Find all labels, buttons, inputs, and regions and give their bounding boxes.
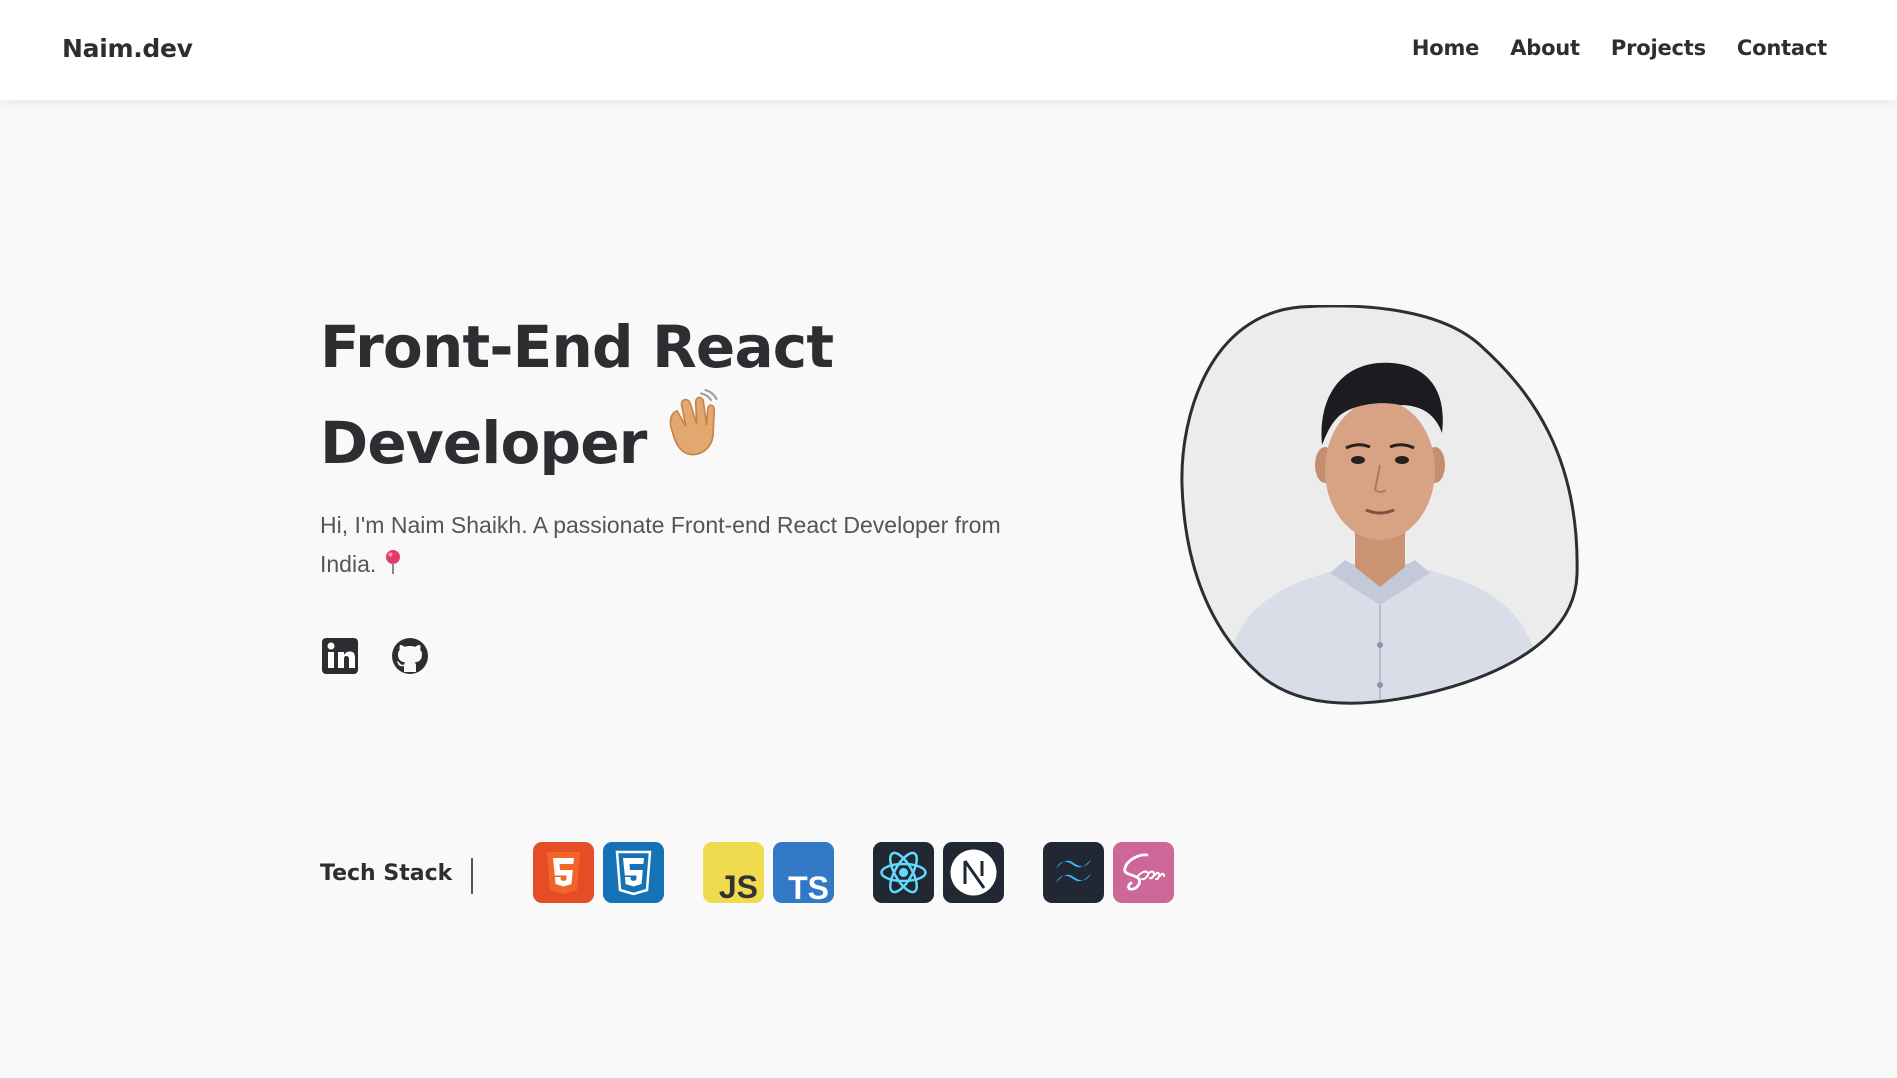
nav-home[interactable]: Home xyxy=(1412,36,1480,60)
javascript-icon: JS xyxy=(703,842,764,903)
hero-title-line2: Developer xyxy=(320,409,647,477)
linkedin-icon[interactable] xyxy=(320,636,360,676)
hero-title-line1: Front-End React xyxy=(320,313,834,381)
tailwind-icon xyxy=(1043,842,1104,903)
html5-icon xyxy=(533,842,594,903)
typescript-text: TS xyxy=(788,870,829,903)
react-icon xyxy=(873,842,934,903)
hero-intro: Hi, I'm Naim Shaikh. A passionate Front-… xyxy=(320,506,1040,584)
typescript-icon: TS xyxy=(773,842,834,903)
github-icon[interactable] xyxy=(390,636,430,676)
nav-projects[interactable]: Projects xyxy=(1611,36,1706,60)
profile-photo xyxy=(1180,304,1582,707)
nextjs-icon xyxy=(943,842,1004,903)
nav-contact[interactable]: Contact xyxy=(1737,36,1827,60)
hero-intro-text: Hi, I'm Naim Shaikh. A passionate Front-… xyxy=(320,512,1001,577)
tech-stack-divider xyxy=(471,858,473,894)
waving-hand-icon xyxy=(653,389,723,481)
hero-title: Front-End React Developer xyxy=(320,305,940,485)
site-header: Naim.dev Home About Projects Contact xyxy=(0,0,1897,100)
tech-stack-label: Tech Stack xyxy=(320,861,453,886)
css3-icon xyxy=(603,842,664,903)
round-pushpin-icon xyxy=(384,550,402,577)
javascript-text: JS xyxy=(719,869,758,903)
social-links xyxy=(320,636,430,676)
nav-about[interactable]: About xyxy=(1510,36,1580,60)
brand-logo[interactable]: Naim.dev xyxy=(62,34,193,63)
main-nav: Home About Projects Contact xyxy=(1412,36,1827,60)
sass-icon xyxy=(1113,842,1174,903)
